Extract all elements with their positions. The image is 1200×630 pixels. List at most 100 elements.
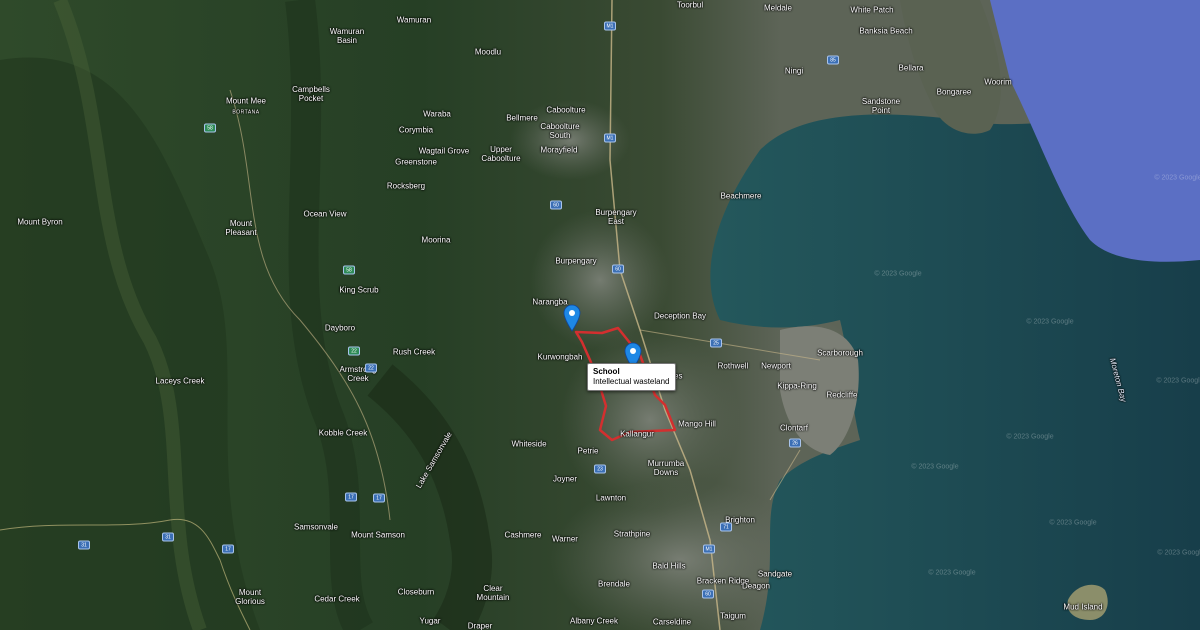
place-label-caboolture-south: Caboolture South: [540, 122, 580, 140]
place-label-bellara: Bellara: [898, 63, 924, 73]
place-label-rocksberg: Rocksberg: [386, 181, 426, 191]
place-label-beachmere: Beachmere: [720, 191, 762, 201]
location-pin-narangba[interactable]: [562, 304, 582, 332]
place-label-bellmere: Bellmere: [506, 113, 538, 123]
road-shield: 60: [612, 264, 624, 274]
copyright-watermark: © 2023 Google: [1049, 519, 1097, 527]
place-label-banksia-beach: Banksia Beach: [859, 26, 913, 36]
place-label-upper-caboolture: Upper Caboolture: [481, 145, 521, 163]
place-label-kurwongbah: Kurwongbah: [537, 352, 583, 362]
place-label-petrie: Petrie: [577, 446, 599, 456]
place-label-king-scrub: King Scrub: [339, 285, 379, 295]
road-shield: 31: [78, 540, 90, 550]
road-shield: 17: [345, 492, 357, 502]
place-label-mount-mee: Mount Mee: [225, 96, 267, 106]
place-label-carseldine: Carseldine: [652, 617, 692, 627]
place-label-mount-byron: Mount Byron: [17, 217, 63, 227]
place-label-clontarf: Clontarf: [779, 423, 809, 433]
place-label-bald-hills: Bald Hills: [652, 561, 686, 571]
place-label-scarborough: Scarborough: [817, 348, 863, 358]
copyright-watermark: © 2023 Google: [928, 569, 976, 577]
place-label-draper: Draper: [467, 621, 493, 630]
place-label-sandstone-point: Sandstone Point: [861, 97, 901, 115]
satellite-imagery: [0, 0, 1200, 630]
place-label-caboolture: Caboolture: [546, 105, 586, 115]
place-label-campbells-pocket: Campbells Pocket: [292, 85, 330, 103]
road-shield: M1: [703, 544, 715, 554]
road-shield: 71: [720, 522, 732, 532]
road-shield: 22: [348, 346, 360, 356]
place-label-joyner: Joyner: [552, 474, 578, 484]
copyright-watermark: © 2023 Google: [911, 463, 959, 471]
place-label-lawnton: Lawnton: [595, 493, 627, 503]
place-label-yugar: Yugar: [419, 616, 441, 626]
copyright-watermark: © 2023 Google: [1157, 549, 1200, 557]
place-label-mount-samson: Mount Samson: [351, 530, 405, 540]
place-label-ocean-view: Ocean View: [303, 209, 347, 219]
copyright-watermark: © 2023 Google: [1026, 318, 1074, 326]
place-label-burpengary: Burpengary: [555, 256, 597, 266]
place-label-mango-hill: Mango Hill: [678, 419, 716, 429]
place-label-wamuran: Wamuran: [396, 15, 432, 25]
info-popup[interactable]: School Intellectual wasteland: [587, 363, 676, 391]
place-label-ningi: Ningi: [784, 66, 804, 76]
place-label-meldale: Meldale: [763, 3, 793, 13]
place-label-deagon: Deagon: [741, 581, 771, 591]
place-label-burpengary-east: Burpengary East: [595, 208, 637, 226]
road-shield: 31: [162, 532, 174, 542]
road-shield: M1: [604, 133, 616, 143]
popup-title: School: [593, 367, 620, 376]
place-label-cashmere: Cashmere: [504, 530, 542, 540]
road-shield: 17: [222, 544, 234, 554]
place-label-woorim: Woorim: [984, 77, 1012, 87]
road-shield: 22: [365, 363, 377, 373]
place-label-toorbul: Toorbul: [676, 0, 704, 10]
copyright-watermark: © 2023 Google: [874, 270, 922, 278]
popup-description: Intellectual wasteland: [593, 377, 670, 386]
place-label-redcliffe: Redcliffe: [826, 390, 858, 400]
place-label-warner: Warner: [552, 534, 578, 544]
copyright-watermark: © 2023 Google: [1006, 433, 1054, 441]
road-shield: M1: [604, 21, 616, 31]
place-label-sandgate: Sandgate: [757, 569, 793, 579]
place-label-closeburn: Closeburn: [397, 587, 435, 597]
place-label-dayboro: Dayboro: [324, 323, 356, 333]
place-label-brendale: Brendale: [597, 579, 631, 589]
place-label-samsonvale: Samsonvale: [293, 522, 339, 532]
place-label-kippa-ring: Kippa-Ring: [777, 381, 817, 391]
place-label-bortana: BORTANA: [232, 109, 260, 116]
place-label-strathpine: Strathpine: [613, 529, 651, 539]
place-label-wamuran-basin: Wamuran Basin: [329, 27, 365, 45]
place-label-rush-creek: Rush Creek: [392, 347, 436, 357]
road-shield: 23: [594, 464, 606, 474]
place-label-bongaree: Bongaree: [936, 87, 972, 97]
map-pin-icon: [563, 304, 581, 332]
place-label-deception-bay: Deception Bay: [653, 311, 707, 321]
place-label-corymbia: Corymbia: [398, 125, 434, 135]
place-label-newport: Newport: [761, 361, 791, 371]
road-shield: 26: [789, 438, 801, 448]
place-label-cedar-creek: Cedar Creek: [314, 594, 360, 604]
place-label-mount-pleasant: Mount Pleasant: [225, 219, 257, 237]
road-shield: 58: [343, 265, 355, 275]
road-shield: 58: [204, 123, 216, 133]
place-label-taigum: Taigum: [720, 611, 746, 621]
place-label-white-patch: White Patch: [850, 5, 894, 15]
place-label-albany-creek: Albany Creek: [569, 616, 619, 626]
place-label-whiteside: Whiteside: [511, 439, 547, 449]
map-canvas[interactable]: Toorbul Meldale White Patch Banksia Beach Be…: [0, 0, 1200, 630]
place-label-mud-island: Mud Island: [1063, 602, 1103, 612]
copyright-watermark: © 2023 Google: [1154, 174, 1200, 182]
road-shield: 85: [827, 55, 839, 65]
place-label-greenstone: Greenstone: [395, 157, 437, 167]
road-shield: 60: [702, 589, 714, 599]
place-label-murrumba-downs: Murrumba Downs: [647, 459, 685, 477]
place-label-moorina: Moorina: [421, 235, 451, 245]
place-label-wagtail-grove: Wagtail Grove: [418, 146, 470, 156]
place-label-rothwell: Rothwell: [717, 361, 749, 371]
place-label-clear-mountain: Clear Mountain: [476, 584, 510, 602]
road-shield: 17: [373, 493, 385, 503]
place-label-kobble-creek: Kobble Creek: [318, 428, 368, 438]
road-shield: 60: [550, 200, 562, 210]
place-label-mount-glorious: Mount Glorious: [235, 588, 265, 606]
